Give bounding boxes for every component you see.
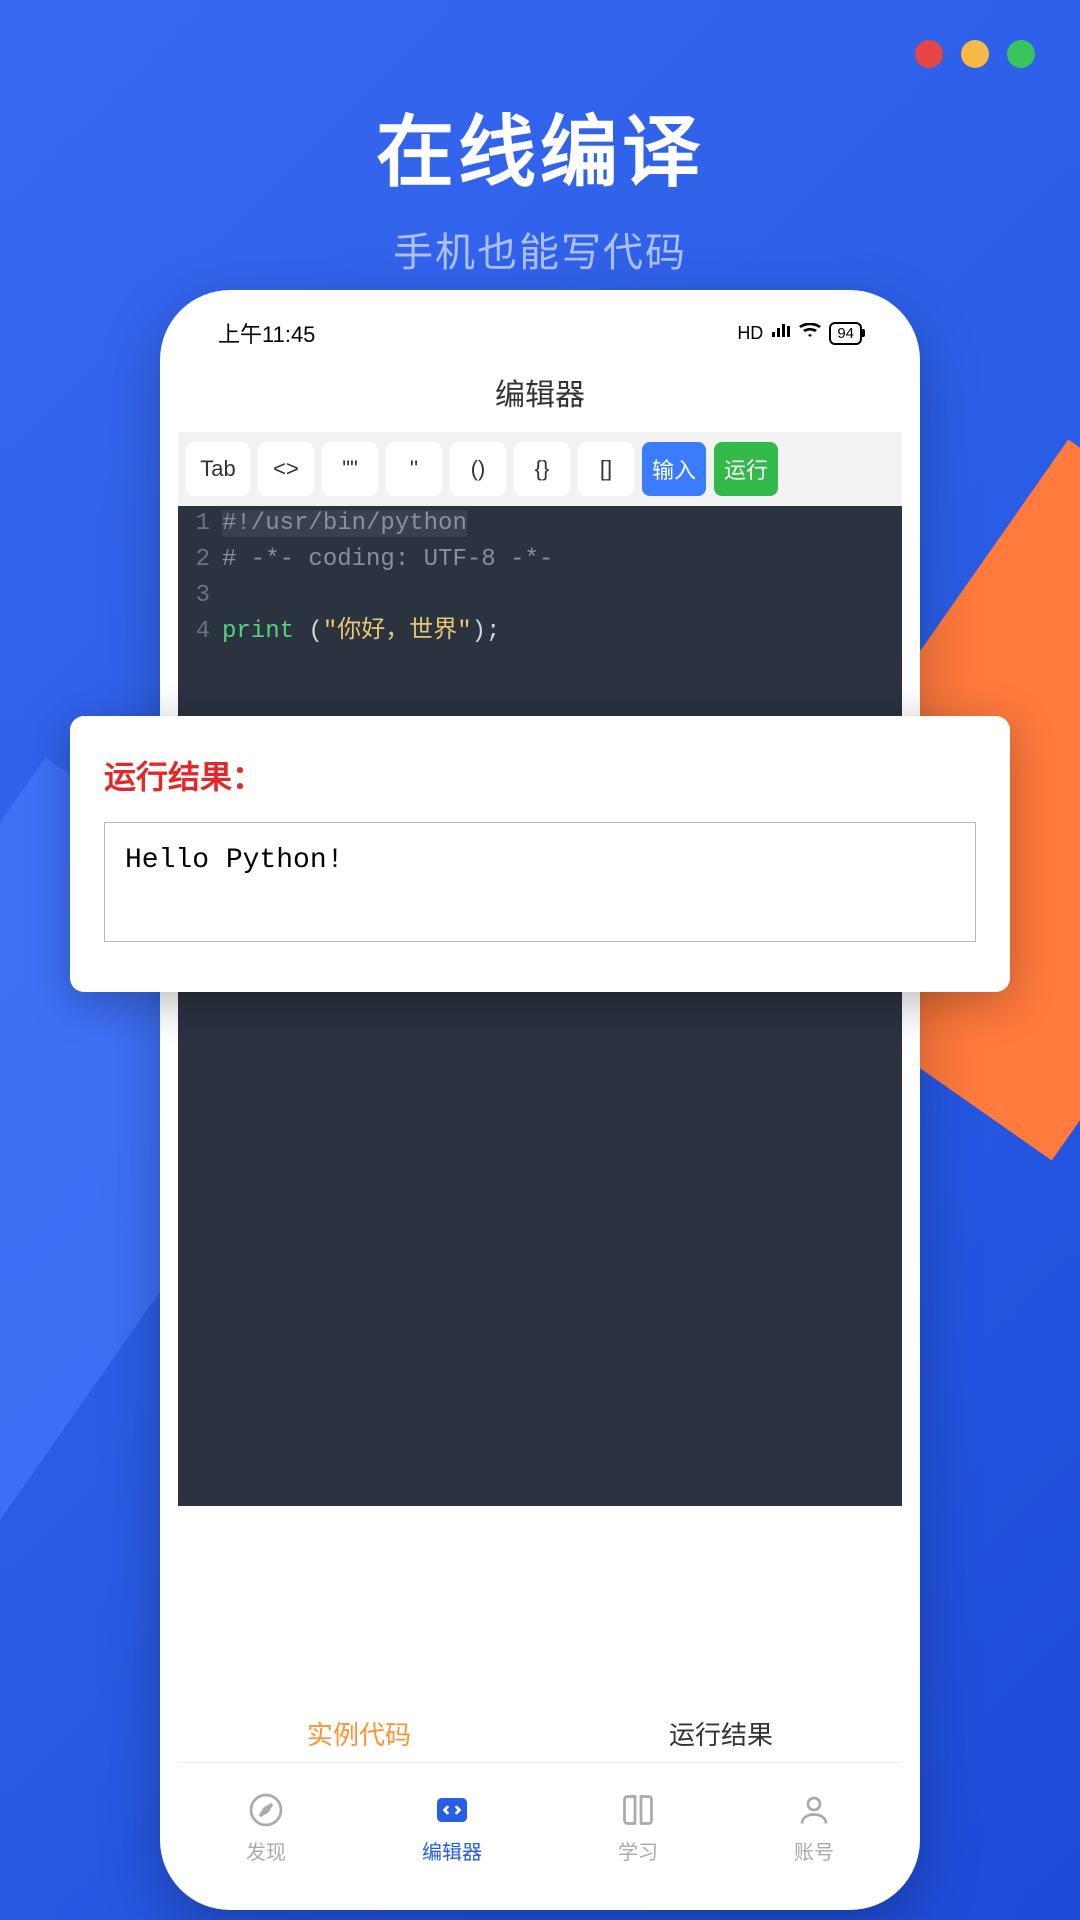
- signal-icon: [771, 323, 791, 344]
- user-icon: [794, 1790, 834, 1830]
- content-tabs: 实例代码 运行结果: [178, 1695, 902, 1762]
- result-card: 运行结果： Hello Python!: [70, 716, 1010, 992]
- tab-sample-code[interactable]: 实例代码: [307, 1715, 411, 1752]
- nav-learn[interactable]: 学习: [618, 1790, 658, 1865]
- code-paren-close: ): [472, 618, 486, 645]
- hero: 在线编译 手机也能写代码: [0, 90, 1080, 278]
- status-right: HD 94: [737, 322, 862, 345]
- angle-brackets-button[interactable]: <>: [258, 442, 314, 496]
- dot-yellow: [961, 40, 989, 68]
- code-line-3: 3: [178, 578, 902, 614]
- nav-label: 编辑器: [422, 1836, 482, 1865]
- wifi-icon: [799, 323, 821, 344]
- line-number: 4: [178, 614, 222, 650]
- code-icon: [432, 1790, 472, 1830]
- input-button[interactable]: 输入: [642, 442, 706, 496]
- code-blank: [222, 578, 902, 614]
- dot-green: [1007, 40, 1035, 68]
- code-line-4: 4 print ("你好，世界");: [178, 614, 902, 650]
- code-keyword: print: [222, 618, 294, 645]
- battery-icon: 94: [829, 322, 862, 345]
- hero-title: 在线编译: [0, 90, 1080, 202]
- result-output: Hello Python!: [104, 822, 976, 942]
- compass-icon: [246, 1790, 286, 1830]
- dot-red: [915, 40, 943, 68]
- app-title: 编辑器: [178, 358, 902, 432]
- nav-label: 学习: [618, 1836, 658, 1865]
- run-button[interactable]: 运行: [714, 442, 778, 496]
- double-quote-button[interactable]: "": [322, 442, 378, 496]
- code-line-2: 2 # -*- coding: UTF-8 -*-: [178, 542, 902, 578]
- code-paren-open: (: [308, 618, 322, 645]
- code-shebang: #!/usr/bin/python: [222, 510, 467, 537]
- editor-toolbar: Tab <> "" '' () {} [] 输入 运行: [178, 432, 902, 506]
- hero-subtitle: 手机也能写代码: [0, 220, 1080, 278]
- code-string: "你好，世界": [323, 618, 472, 645]
- signal-hd: HD: [737, 323, 763, 344]
- window-traffic-lights: [915, 40, 1035, 68]
- phone-screen: 上午11:45 HD 94 编辑器 Tab <> "" '' () {} [] …: [178, 308, 902, 1892]
- single-quote-button[interactable]: '': [386, 442, 442, 496]
- nav-discover[interactable]: 发现: [246, 1790, 286, 1865]
- line-number: 2: [178, 542, 222, 578]
- status-bar: 上午11:45 HD 94: [178, 308, 902, 358]
- code-comment: # -*- coding: UTF-8 -*-: [222, 546, 553, 573]
- phone-mockup: 上午11:45 HD 94 编辑器 Tab <> "" '' () {} [] …: [160, 290, 920, 1910]
- code-line-1: 1 #!/usr/bin/python: [178, 506, 902, 542]
- code-semicolon: ;: [486, 618, 500, 645]
- braces-button[interactable]: {}: [514, 442, 570, 496]
- nav-account[interactable]: 账号: [794, 1790, 834, 1865]
- brackets-button[interactable]: []: [578, 442, 634, 496]
- line-number: 1: [178, 506, 222, 542]
- status-time: 上午11:45: [218, 317, 315, 349]
- code-editor[interactable]: 1 #!/usr/bin/python 2 # -*- coding: UTF-…: [178, 506, 902, 1506]
- parentheses-button[interactable]: (): [450, 442, 506, 496]
- nav-label: 账号: [794, 1836, 834, 1865]
- nav-editor[interactable]: 编辑器: [422, 1790, 482, 1865]
- book-icon: [618, 1790, 658, 1830]
- nav-label: 发现: [246, 1836, 286, 1865]
- tab-key-button[interactable]: Tab: [186, 442, 250, 496]
- result-title: 运行结果：: [104, 752, 976, 798]
- bottom-nav: 发现 编辑器 学习 账号: [178, 1762, 902, 1892]
- line-number: 3: [178, 578, 222, 614]
- tab-run-result[interactable]: 运行结果: [669, 1715, 773, 1752]
